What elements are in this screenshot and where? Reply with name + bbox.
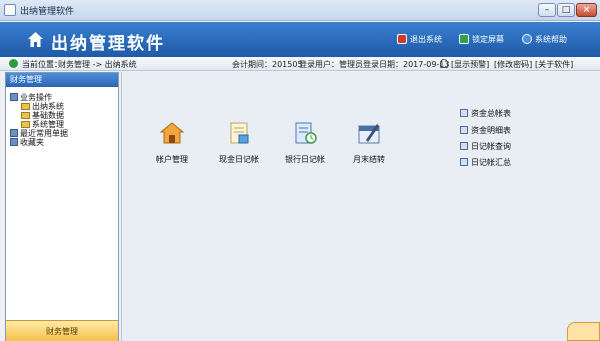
about-software-link[interactable]: [关于软件] bbox=[535, 59, 573, 70]
tree-item-label: 业务操作 bbox=[20, 93, 52, 102]
location-icon bbox=[9, 59, 18, 68]
journal-summary-label: 日记帐汇总 bbox=[471, 158, 511, 167]
home-icon bbox=[28, 32, 43, 47]
cash-journal-icon bbox=[230, 122, 249, 144]
system-help-label: 系统帮助 bbox=[535, 35, 567, 44]
cash-journal-label: 现金日记帐 bbox=[219, 155, 259, 164]
lock-screen-button[interactable]: 锁定屏幕 bbox=[459, 34, 504, 47]
login-date: 登录日期：2017-09-13 bbox=[363, 60, 450, 69]
sidebar-footer-tab[interactable]: 财务管理 bbox=[6, 320, 118, 341]
folder-icon bbox=[21, 112, 30, 119]
month-end-button[interactable]: 月末结转 bbox=[339, 120, 399, 165]
tree-item-label: 出纳系统 bbox=[32, 102, 64, 111]
tree-item-favorites[interactable]: 收藏夹 bbox=[10, 138, 44, 148]
minimize-button[interactable]: – bbox=[538, 3, 556, 17]
journal-summary-link[interactable]: 日记帐汇总 bbox=[460, 157, 511, 168]
exit-system-label: 退出系统 bbox=[410, 35, 442, 44]
corner-tab bbox=[567, 322, 600, 341]
location-label: 当前位置： bbox=[22, 60, 62, 69]
header-banner: 出纳管理软件 退出系统 锁定屏幕 系统帮助 bbox=[0, 22, 600, 57]
report-icon bbox=[460, 126, 468, 134]
window-title: 出纳管理软件 bbox=[20, 7, 75, 17]
bell-icon bbox=[440, 59, 448, 68]
report-icon bbox=[460, 109, 468, 117]
app-title: 出纳管理软件 bbox=[51, 34, 165, 54]
close-button[interactable]: × bbox=[576, 3, 597, 17]
tree-item-label: 系统管理 bbox=[32, 120, 64, 129]
journal-query-label: 日记帐查询 bbox=[471, 142, 511, 151]
bank-journal-button[interactable]: 银行日记帐 bbox=[275, 120, 335, 165]
lock-icon bbox=[459, 34, 469, 44]
fund-detail-link[interactable]: 资金明细表 bbox=[460, 125, 511, 136]
accounting-period: 会计期间：201505 bbox=[232, 60, 303, 69]
maximize-button[interactable]: □ bbox=[557, 3, 575, 17]
journal-query-link[interactable]: 日记帐查询 bbox=[460, 141, 511, 152]
help-icon bbox=[522, 34, 532, 44]
title-bar: 出纳管理软件 – □ × bbox=[0, 0, 600, 21]
sidebar: 财务管理 业务操作 出纳系统 基础数据 系统管理 最近常用单据 收藏夹 财务管理 bbox=[5, 72, 119, 341]
account-management-button[interactable]: 帐户管理 bbox=[142, 120, 202, 165]
bank-journal-label: 银行日记帐 bbox=[285, 155, 325, 164]
exit-system-button[interactable]: 退出系统 bbox=[397, 34, 442, 47]
tree-item-label: 最近常用单据 bbox=[20, 129, 68, 138]
location-bar: 当前位置： 财务管理 -> 出纳系统 会计期间：201505 登录用户：管理员 … bbox=[0, 57, 600, 71]
account-management-label: 帐户管理 bbox=[156, 155, 188, 164]
fund-detail-label: 资金明细表 bbox=[471, 126, 511, 135]
lock-screen-label: 锁定屏幕 bbox=[472, 35, 504, 44]
house-icon bbox=[159, 122, 185, 144]
system-help-button[interactable]: 系统帮助 bbox=[522, 34, 567, 47]
folder-icon bbox=[21, 103, 30, 110]
tree-item-label: 收藏夹 bbox=[20, 138, 44, 147]
show-warnings-link[interactable]: [显示预警] bbox=[451, 59, 489, 70]
book-icon bbox=[10, 138, 18, 146]
book-icon bbox=[10, 129, 18, 137]
fund-summary-label: 资金总帐表 bbox=[471, 109, 511, 118]
sidebar-header: 财务管理 bbox=[6, 73, 118, 87]
folder-icon bbox=[21, 121, 30, 128]
login-user: 登录用户：管理员 bbox=[299, 60, 363, 69]
month-end-label: 月末结转 bbox=[353, 155, 385, 164]
month-end-icon bbox=[358, 124, 380, 144]
change-password-link[interactable]: [修改密码] bbox=[494, 59, 532, 70]
report-icon bbox=[460, 158, 468, 166]
breadcrumb: 财务管理 -> 出纳系统 bbox=[58, 60, 137, 69]
app-icon bbox=[4, 4, 16, 16]
book-icon bbox=[10, 93, 18, 101]
exit-icon bbox=[397, 34, 407, 44]
cash-journal-button[interactable]: 现金日记帐 bbox=[209, 120, 269, 165]
main-panel: 帐户管理 现金日记帐 银行日记帐 月末结转 资金总帐表 资金明细表 日记帐查询 … bbox=[121, 72, 600, 341]
app-window: 出纳管理软件 – □ × 出纳管理软件 退出系统 锁定屏幕 系统帮助 当前位置：… bbox=[0, 0, 600, 341]
bank-journal-icon bbox=[295, 122, 317, 144]
fund-summary-link[interactable]: 资金总帐表 bbox=[460, 108, 511, 119]
tree-item-label: 基础数据 bbox=[32, 111, 64, 120]
report-icon bbox=[460, 142, 468, 150]
